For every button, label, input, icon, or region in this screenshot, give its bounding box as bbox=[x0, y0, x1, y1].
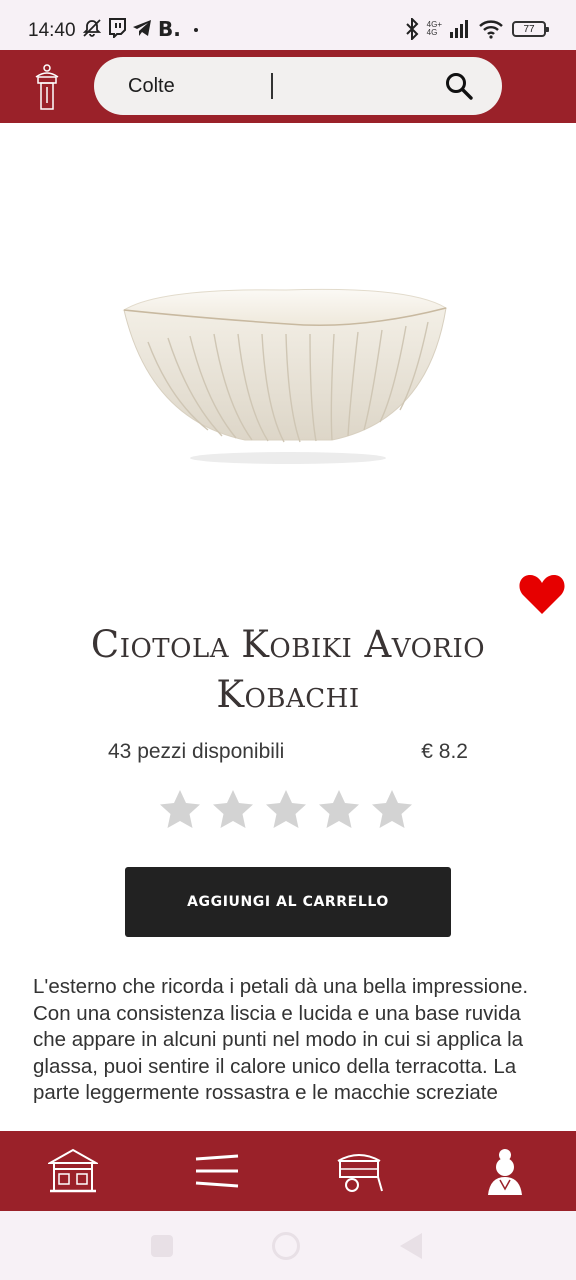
product-description: L'esterno che ricorda i petali dà una be… bbox=[33, 975, 529, 1104]
food-cart-icon[interactable] bbox=[334, 1147, 384, 1195]
star-icon[interactable] bbox=[317, 788, 361, 832]
geisha-icon[interactable] bbox=[480, 1147, 530, 1195]
bluetooth-icon bbox=[405, 18, 419, 40]
status-right-icons: 4G+ 4G 77 bbox=[405, 18, 549, 40]
status-left-icons: B. bbox=[82, 18, 202, 38]
network-label-bottom: 4G bbox=[426, 28, 438, 37]
dot-icon bbox=[194, 28, 198, 32]
battery-level: 77 bbox=[523, 23, 535, 35]
search-bar[interactable] bbox=[94, 57, 502, 115]
text-cursor bbox=[271, 73, 273, 99]
bottom-nav bbox=[0, 1131, 576, 1211]
system-nav-bar bbox=[0, 1211, 576, 1280]
search-input[interactable] bbox=[128, 71, 428, 101]
stock-availability: 43 pezzi disponibili bbox=[108, 740, 285, 763]
star-icon[interactable] bbox=[264, 788, 308, 832]
signal-icon bbox=[450, 20, 468, 38]
chopsticks-icon[interactable] bbox=[192, 1147, 242, 1195]
search-icon[interactable] bbox=[444, 71, 474, 101]
star-icon[interactable] bbox=[370, 788, 414, 832]
star-icon[interactable] bbox=[211, 788, 255, 832]
product-price: € 8.2 bbox=[421, 740, 468, 763]
add-to-cart-button[interactable]: Aggiungi al carrello bbox=[125, 867, 451, 937]
twitch-icon bbox=[109, 18, 126, 38]
b-app-icon: B. bbox=[158, 18, 181, 38]
status-time: 14:40 bbox=[28, 20, 76, 41]
recent-apps-icon[interactable] bbox=[151, 1235, 173, 1257]
product-title-line-1: Ciotola Kobiki Avorio bbox=[90, 623, 486, 666]
product-title: Ciotola Kobiki Avorio Kobachi bbox=[40, 620, 536, 720]
status-bar: 14:40 B. 4G+ 4G 77 bbox=[0, 0, 576, 50]
battery-icon: 77 bbox=[512, 21, 549, 37]
network-type: 4G+ 4G bbox=[427, 21, 442, 37]
wifi-icon bbox=[479, 20, 503, 39]
lantern-logo-icon[interactable] bbox=[30, 63, 64, 111]
product-title-line-2: Kobachi bbox=[216, 673, 360, 716]
back-icon[interactable] bbox=[400, 1233, 422, 1259]
svg-text:B.: B. bbox=[158, 18, 181, 38]
notification-off-icon bbox=[82, 19, 102, 37]
rating-stars[interactable] bbox=[158, 788, 414, 832]
favorite-heart-icon[interactable] bbox=[518, 572, 566, 616]
product-image bbox=[122, 288, 448, 464]
star-icon[interactable] bbox=[158, 788, 202, 832]
top-header bbox=[0, 50, 576, 123]
house-icon[interactable] bbox=[48, 1147, 98, 1195]
home-icon[interactable] bbox=[272, 1232, 300, 1260]
telegram-icon bbox=[133, 20, 151, 36]
